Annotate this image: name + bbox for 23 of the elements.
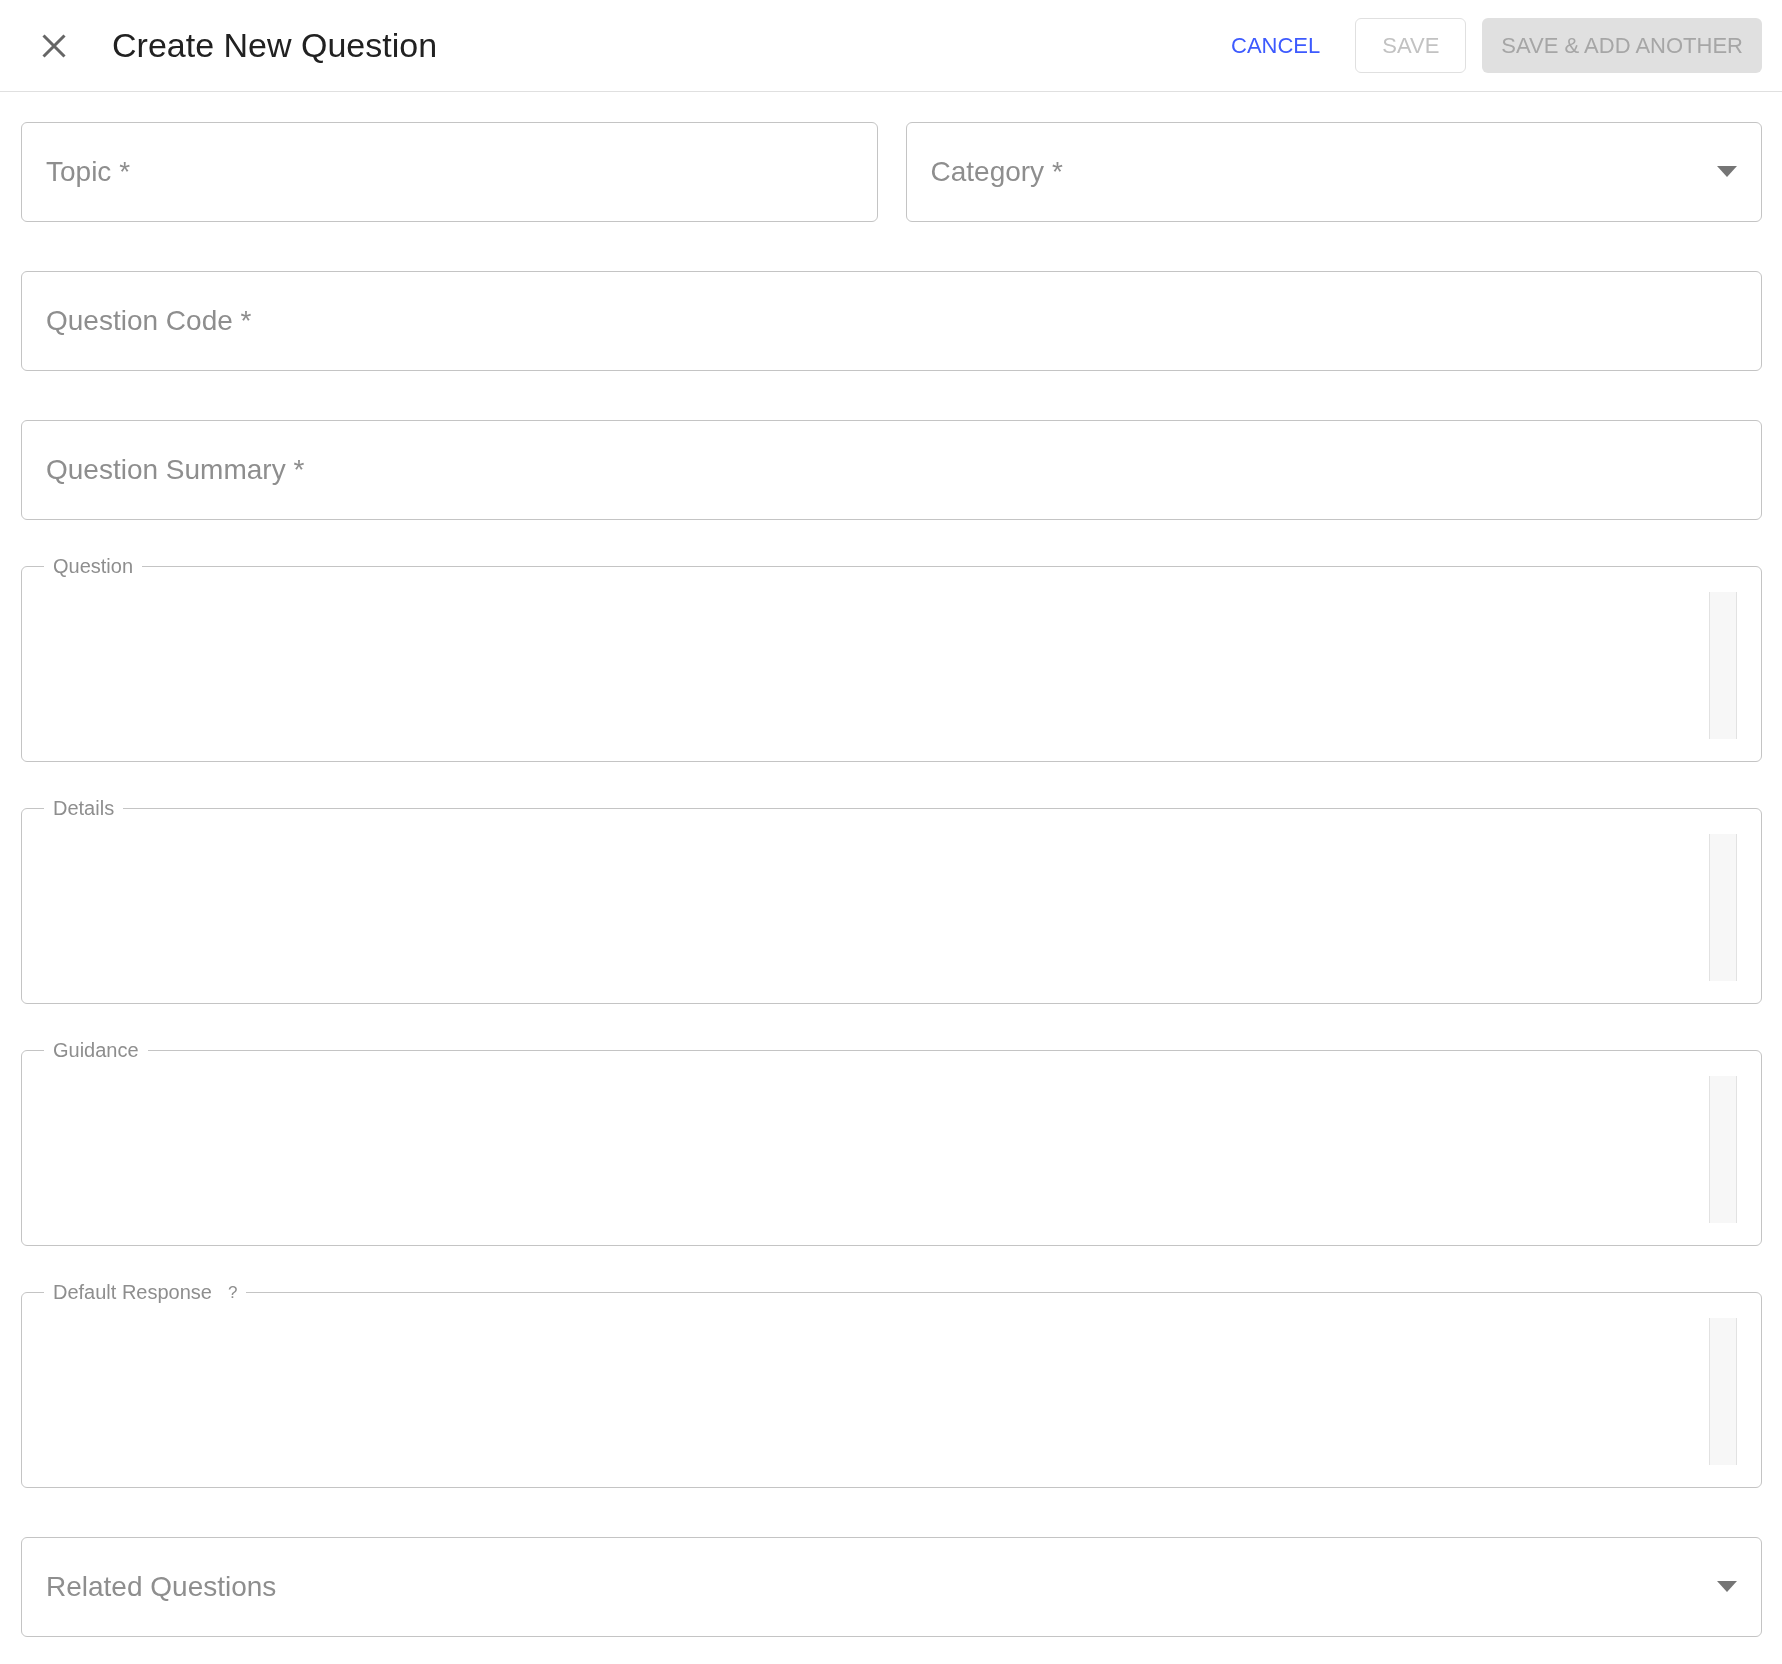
textarea-field[interactable]: Details	[21, 797, 1762, 1004]
textarea-field[interactable]: Question	[21, 555, 1762, 762]
text-field[interactable]: Topic *	[21, 122, 878, 222]
field-label: Question	[53, 555, 134, 578]
field-label: Default Response	[53, 1281, 212, 1304]
select-field[interactable]: Category *	[905, 122, 1762, 222]
textarea-field[interactable]: Default Response ?	[21, 1281, 1762, 1488]
text-field[interactable]: Question Summary *	[21, 420, 1762, 520]
scrollbar[interactable]	[1709, 834, 1737, 981]
field-label: Details	[53, 797, 115, 820]
field-label: Guidance	[53, 1039, 139, 1062]
scrollbar[interactable]	[1709, 1318, 1737, 1465]
textarea-field[interactable]: Guidance	[21, 1039, 1762, 1246]
close-icon[interactable]	[40, 31, 68, 60]
scrollbar[interactable]	[1709, 592, 1737, 739]
text-field[interactable]: Question Code *	[21, 271, 1762, 371]
cancel-button[interactable]: CANCEL	[1212, 18, 1340, 73]
dropdown-caret-icon	[1717, 166, 1737, 178]
dialog-title: Create New Question	[112, 26, 439, 65]
select-field[interactable]: Related Questions	[21, 1537, 1762, 1637]
dropdown-caret-icon	[1717, 1581, 1737, 1593]
scrollbar[interactable]	[1709, 1076, 1737, 1223]
help-icon[interactable]: ?	[228, 1282, 238, 1303]
